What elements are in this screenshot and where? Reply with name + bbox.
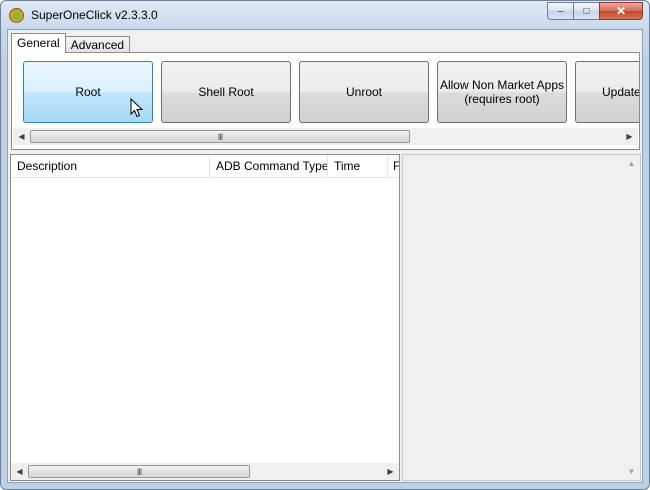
scroll-left-icon[interactable]: ◀ — [13, 128, 30, 145]
close-button[interactable]: ✕ — [599, 2, 643, 20]
unroot-button[interactable]: Unroot — [299, 61, 429, 123]
scroll-right-icon[interactable]: ▶ — [621, 128, 638, 145]
minimize-button[interactable]: – — [547, 2, 573, 20]
column-header-description[interactable]: Description — [11, 155, 210, 178]
log-scroll-right-icon[interactable]: ▶ — [382, 463, 399, 480]
log-scroll-grip-icon: III — [136, 466, 142, 477]
log-list-view[interactable]: Description ADB Command Type Time F ◀ II… — [10, 154, 400, 481]
minimize-icon: – — [557, 5, 564, 17]
allow-non-market-apps-line1: Allow Non Market Apps — [439, 78, 565, 92]
maximize-icon: □ — [583, 5, 590, 17]
maximize-button[interactable]: □ — [573, 2, 599, 20]
column-header-truncated[interactable]: F — [388, 155, 399, 178]
update-button-label: Update — [602, 85, 640, 99]
detail-vertical-scrollbar[interactable]: ▲ ▼ — [623, 155, 640, 480]
actions-horizontal-scrollbar[interactable]: ◀ III ▶ — [13, 128, 638, 145]
shell-root-button[interactable]: Shell Root — [161, 61, 291, 123]
update-button[interactable]: Update — [575, 61, 640, 123]
mouse-cursor-icon — [130, 98, 144, 118]
scroll-thumb[interactable]: III — [30, 130, 410, 143]
log-horizontal-scrollbar[interactable]: ◀ III ▶ — [11, 463, 399, 480]
scroll-grip-icon: III — [217, 131, 223, 142]
general-tab-panel: Root Shell Root Unroot Allow Non Market … — [11, 52, 640, 150]
scroll-down-icon[interactable]: ▼ — [623, 463, 640, 480]
scroll-up-icon[interactable]: ▲ — [623, 155, 640, 172]
column-header-adb-command-type[interactable]: ADB Command Type — [210, 155, 328, 178]
caption-buttons: – □ ✕ — [547, 2, 643, 21]
shell-root-button-label: Shell Root — [198, 85, 254, 99]
close-icon: ✕ — [615, 4, 627, 18]
tab-advanced[interactable]: Advanced — [64, 36, 131, 53]
title-bar[interactable]: SuperOneClick v2.3.3.0 – □ ✕ — [1, 1, 649, 29]
root-button-label: Root — [75, 85, 101, 99]
allow-non-market-apps-button[interactable]: Allow Non Market Apps (requires root) — [437, 61, 567, 123]
window-title: SuperOneClick v2.3.3.0 — [31, 8, 158, 22]
tab-strip: General Advanced — [11, 33, 131, 53]
client-area: General Advanced Root Shell Root Unroot … — [7, 29, 643, 483]
log-scroll-left-icon[interactable]: ◀ — [11, 463, 28, 480]
tab-general[interactable]: General — [11, 33, 66, 53]
log-scroll-thumb[interactable]: III — [28, 465, 250, 478]
detail-text-panel[interactable]: ▲ ▼ — [402, 154, 641, 481]
unroot-button-label: Unroot — [345, 85, 383, 99]
android-app-icon — [9, 8, 24, 23]
column-header-time[interactable]: Time — [328, 155, 388, 178]
allow-non-market-apps-label: Allow Non Market Apps (requires root) — [440, 78, 564, 106]
app-window: SuperOneClick v2.3.3.0 – □ ✕ General Adv… — [0, 0, 650, 490]
allow-non-market-apps-line2: (requires root) — [464, 92, 540, 106]
